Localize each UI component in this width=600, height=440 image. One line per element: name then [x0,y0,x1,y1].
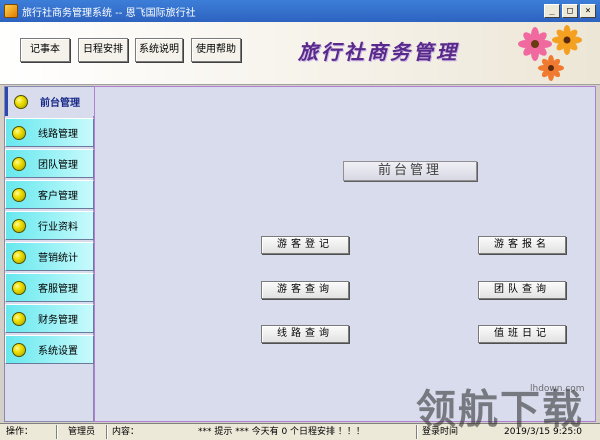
sidebar-item-customers[interactable]: 客户管理 [5,180,94,209]
status-bar: 操作： 管理员 内容： *** 提示 *** 今天有 0 个日程安排 ！！！ 登… [0,423,600,440]
bulb-icon [12,218,26,233]
bulb-icon [12,125,26,140]
close-button[interactable]: × [580,4,596,18]
main-panel: 前台管理 游客登记 游客报名 游客查询 团队查询 线路查询 值班日记 [94,86,596,422]
duty-log-button[interactable]: 值班日记 [478,325,566,343]
section-title: 前台管理 [343,161,477,181]
status-operation-label: 操作： [6,427,34,437]
bulb-icon [14,94,28,109]
status-divider [56,425,57,439]
sidebar-item-label: 线路管理 [38,129,78,140]
bulb-icon [12,249,26,264]
route-query-button[interactable]: 线路查询 [261,325,349,343]
sidebar-item-system-settings[interactable]: 系统设置 [5,335,94,364]
status-divider [106,425,107,439]
system-info-button[interactable]: 系统说明 [135,38,183,62]
bulb-icon [12,156,26,171]
status-login-time: 2019/3/15 9:25:0 [504,427,582,437]
sidebar-item-label: 前台管理 [40,98,80,109]
sidebar-item-front-desk[interactable]: 前台管理 [5,87,94,116]
sidebar-item-label: 营销统计 [38,253,78,264]
window-title: 旅行社商务管理系统 -- 恩飞国际旅行社 [22,7,196,19]
sidebar-item-label: 团队管理 [38,160,78,171]
status-operator: 管理员 [68,427,96,437]
sidebar-item-marketing-stats[interactable]: 营销统计 [5,242,94,271]
guest-register-button[interactable]: 游客登记 [261,236,349,254]
app-icon [4,4,18,18]
sidebar-item-routes[interactable]: 线路管理 [5,118,94,147]
sidebar-item-label: 财务管理 [38,315,78,326]
bulb-icon [12,311,26,326]
flower-decoration-icon [518,25,582,81]
sidebar-item-label: 客户管理 [38,191,78,202]
team-query-button[interactable]: 团队查询 [478,281,566,299]
sidebar-item-label: 客服管理 [38,284,78,295]
help-button[interactable]: 使用帮助 [191,38,241,62]
header-toolbar: 记事本 日程安排 系统说明 使用帮助 旅行社商务管理 [0,22,600,85]
maximize-button[interactable]: □ [562,4,578,18]
sidebar-item-industry-data[interactable]: 行业资料 [5,211,94,240]
sidebar-item-teams[interactable]: 团队管理 [5,149,94,178]
schedule-button[interactable]: 日程安排 [78,38,128,62]
brand-title: 旅行社商务管理 [298,40,459,64]
guest-signup-button[interactable]: 游客报名 [478,236,566,254]
minimize-button[interactable]: _ [544,4,560,18]
sidebar-item-label: 行业资料 [38,222,78,233]
title-bar[interactable]: 旅行社商务管理系统 -- 恩飞国际旅行社 _ □ × [0,0,600,22]
window-controls: _ □ × [544,4,596,18]
sidebar-item-finance[interactable]: 财务管理 [5,304,94,333]
bulb-icon [12,280,26,295]
bulb-icon [12,342,26,357]
status-message: *** 提示 *** 今天有 0 个日程安排 ！！！ [198,427,365,437]
status-content-label: 内容： [112,427,140,437]
sidebar-item-label: 系统设置 [38,346,78,357]
guest-query-button[interactable]: 游客查询 [261,281,349,299]
sidebar: 前台管理 线路管理 团队管理 客户管理 行业资料 营销统计 客服管理 财务管理 … [4,86,94,422]
status-divider [416,425,417,439]
bulb-icon [12,187,26,202]
notebook-button[interactable]: 记事本 [20,38,70,62]
status-login-time-label: 登录时间 [422,427,459,437]
sidebar-item-customer-service[interactable]: 客服管理 [5,273,94,302]
